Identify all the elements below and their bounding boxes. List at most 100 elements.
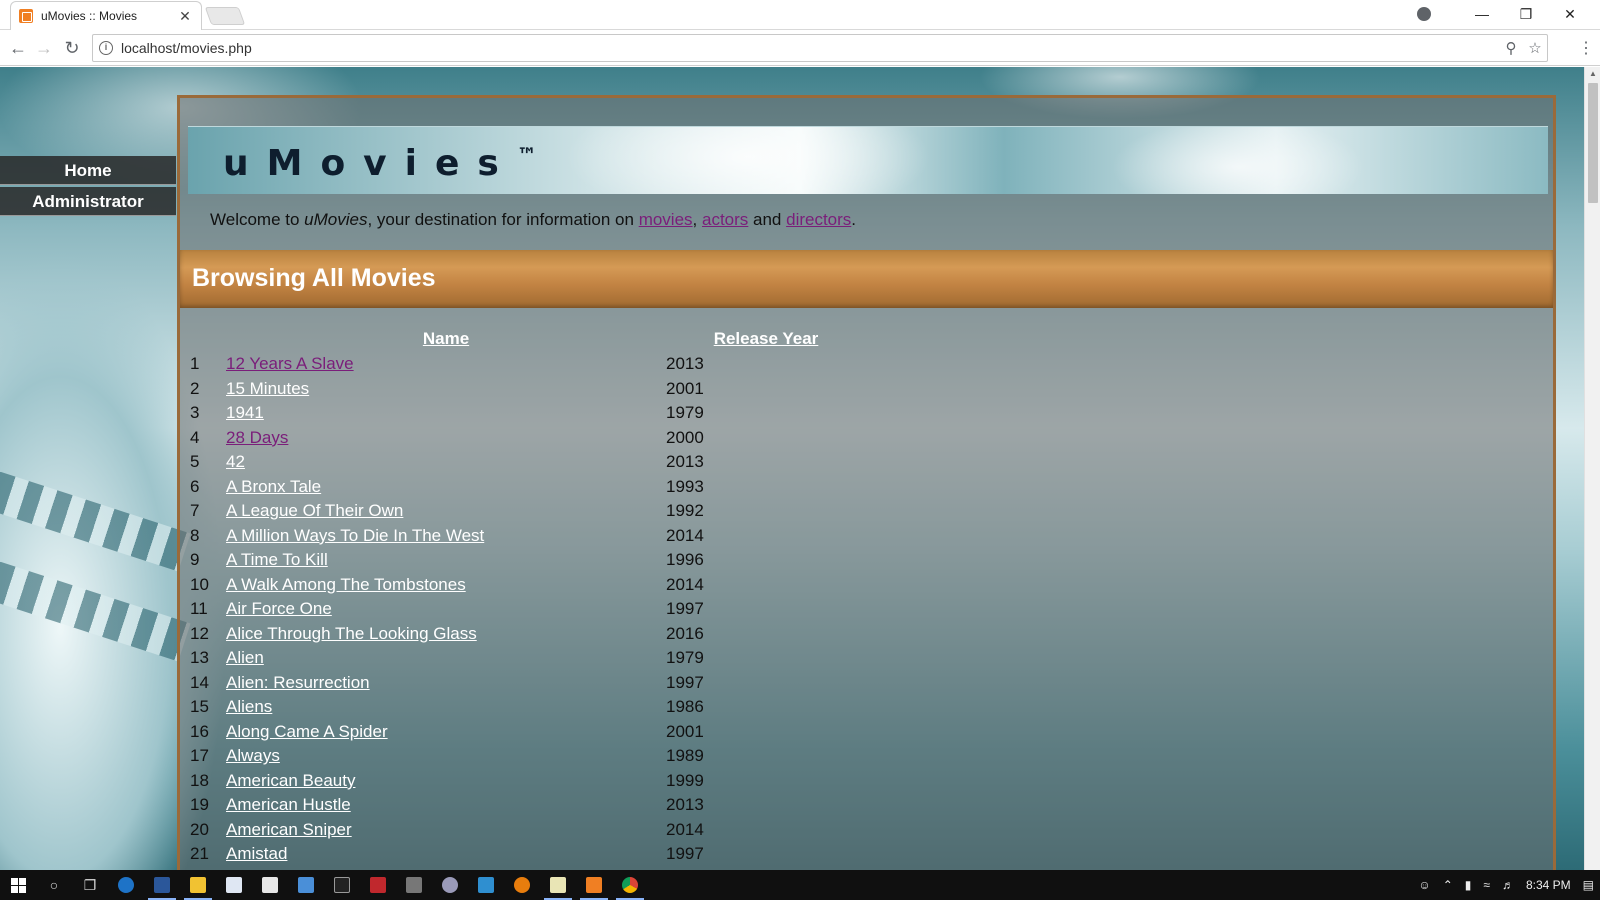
url-text[interactable]: localhost/movies.php <box>121 40 1499 56</box>
movie-link[interactable]: 15 Minutes <box>226 379 309 398</box>
new-tab-button[interactable] <box>204 7 246 25</box>
task-view-icon[interactable]: ❐ <box>72 870 108 900</box>
actors-link[interactable]: actors <box>702 210 748 229</box>
table-row: 21 Amistad 1997 <box>190 842 866 867</box>
movie-link[interactable]: Along Came A Spider <box>226 722 388 741</box>
movie-name-cell: 42 <box>226 450 666 475</box>
forward-icon[interactable]: → <box>32 36 56 60</box>
row-number: 4 <box>190 427 200 447</box>
movie-link[interactable]: A Bronx Tale <box>226 477 321 496</box>
media-app-icon[interactable] <box>396 870 432 900</box>
welcome-middle: , your destination for information on <box>367 210 639 229</box>
table-row: 11 Air Force One 1997 <box>190 597 866 622</box>
tab-close-icon[interactable]: ✕ <box>177 8 193 25</box>
movie-link[interactable]: Alien <box>226 648 264 667</box>
release-year-cell: 2013 <box>666 795 704 815</box>
tab-title: uMovies :: Movies <box>41 9 138 23</box>
release-year-cell: 2014 <box>666 574 704 594</box>
blender-app-icon[interactable] <box>504 870 540 900</box>
chrome-app-icon[interactable] <box>612 870 648 900</box>
bookmark-star-icon[interactable]: ☆ <box>1523 39 1547 57</box>
nav-administrator-link[interactable]: Administrator <box>0 187 176 216</box>
movie-link[interactable]: 42 <box>226 452 245 471</box>
page-scrollbar[interactable]: ▲ <box>1584 67 1600 870</box>
movie-link[interactable]: American Beauty <box>226 771 355 790</box>
movie-link[interactable]: 12 Years A Slave <box>226 354 354 373</box>
movie-name-cell: A League Of Their Own <box>226 499 666 524</box>
row-number: 9 <box>190 550 200 570</box>
back-icon[interactable]: ← <box>6 36 30 60</box>
browser-tab[interactable]: uMovies :: Movies ✕ <box>10 1 202 30</box>
store-bag-icon[interactable] <box>252 870 288 900</box>
minimize-icon[interactable]: — <box>1460 0 1504 28</box>
table-row: 13 Alien 1979 <box>190 646 866 671</box>
movie-link[interactable]: A Walk Among The Tombstones <box>226 575 466 594</box>
disk-app-icon[interactable] <box>432 870 468 900</box>
movie-link[interactable]: A Time To Kill <box>226 550 328 569</box>
scroll-up-arrow-icon[interactable]: ▲ <box>1585 67 1600 81</box>
release-year-cell: 2001 <box>666 721 704 741</box>
zoom-icon[interactable]: ⚲ <box>1499 39 1523 57</box>
movie-link[interactable]: Alien: Resurrection <box>226 673 370 692</box>
search-circle-icon[interactable]: ○ <box>36 870 72 900</box>
people-icon[interactable]: ☺ <box>1412 878 1436 892</box>
release-year-cell: 1989 <box>666 746 704 766</box>
row-number: 14 <box>190 672 209 692</box>
release-year-cell: 1986 <box>666 697 704 717</box>
site-favicon-icon <box>19 9 33 23</box>
site-info-icon[interactable]: i <box>99 41 113 55</box>
reload-icon[interactable]: ↻ <box>60 36 84 60</box>
release-year-cell: 2014 <box>666 525 704 545</box>
directors-link[interactable]: directors <box>786 210 851 229</box>
movie-link[interactable]: Always <box>226 746 280 765</box>
movie-link[interactable]: A Million Ways To Die In The West <box>226 526 484 545</box>
address-bar[interactable]: i localhost/movies.php ⚲ ☆ <box>92 34 1548 62</box>
battery-icon[interactable]: ▮ <box>1459 878 1478 892</box>
start-windows-icon[interactable] <box>0 870 36 900</box>
movie-link[interactable]: Aliens <box>226 697 272 716</box>
browser-menu-icon[interactable]: ⋮ <box>1576 38 1596 58</box>
film-strip-decoration <box>0 552 191 662</box>
notepad-app-icon[interactable] <box>540 870 576 900</box>
taskbar-clock[interactable]: 8:34 PM <box>1520 878 1577 892</box>
desktop-app-icon[interactable] <box>468 870 504 900</box>
edge-browser-icon[interactable] <box>108 870 144 900</box>
release-year-column-header[interactable]: Release Year <box>666 326 866 352</box>
red-app-icon[interactable] <box>360 870 396 900</box>
row-number: 17 <box>190 746 209 766</box>
restore-icon[interactable]: ❐ <box>1504 0 1548 28</box>
row-number: 18 <box>190 770 209 790</box>
document-app-icon[interactable] <box>216 870 252 900</box>
scroll-thumb[interactable] <box>1588 83 1598 203</box>
volume-icon[interactable]: ♬ <box>1496 878 1520 892</box>
row-number: 10 <box>190 574 209 594</box>
nav-home-link[interactable]: Home <box>0 156 176 185</box>
notifications-icon[interactable]: ▤ <box>1577 878 1600 892</box>
movie-link[interactable]: American Hustle <box>226 795 351 814</box>
movie-link[interactable]: Amistad <box>226 844 287 863</box>
main-content: uMovies™ Welcome to uMovies, your destin… <box>177 95 1556 870</box>
profile-icon[interactable] <box>1402 0 1446 28</box>
movie-link[interactable]: Air Force One <box>226 599 332 618</box>
release-year-cell: 2013 <box>666 452 704 472</box>
movie-link[interactable]: 28 Days <box>226 428 288 447</box>
table-row: 3 1941 1979 <box>190 401 866 426</box>
word-app-icon[interactable] <box>144 870 180 900</box>
movie-link[interactable]: American Sniper <box>226 820 352 839</box>
row-number: 11 <box>190 599 208 619</box>
contacts-app-icon[interactable] <box>288 870 324 900</box>
table-row: 5 42 2013 <box>190 450 866 475</box>
tray-chevron-up-icon[interactable]: ⌃ <box>1437 878 1459 892</box>
movie-link[interactable]: A League Of Their Own <box>226 501 403 520</box>
welcome-brand: uMovies <box>304 210 368 229</box>
file-explorer-icon[interactable] <box>180 870 216 900</box>
name-column-header[interactable]: Name <box>226 326 666 352</box>
amazon-app-icon[interactable] <box>324 870 360 900</box>
movies-link[interactable]: movies <box>639 210 693 229</box>
movie-link[interactable]: 1941 <box>226 403 264 422</box>
release-year-cell: 1992 <box>666 501 704 521</box>
movie-link[interactable]: Alice Through The Looking Glass <box>226 624 477 643</box>
xampp-app-icon[interactable] <box>576 870 612 900</box>
close-window-icon[interactable]: ✕ <box>1548 0 1592 28</box>
wifi-icon[interactable]: ≈ <box>1477 878 1496 892</box>
